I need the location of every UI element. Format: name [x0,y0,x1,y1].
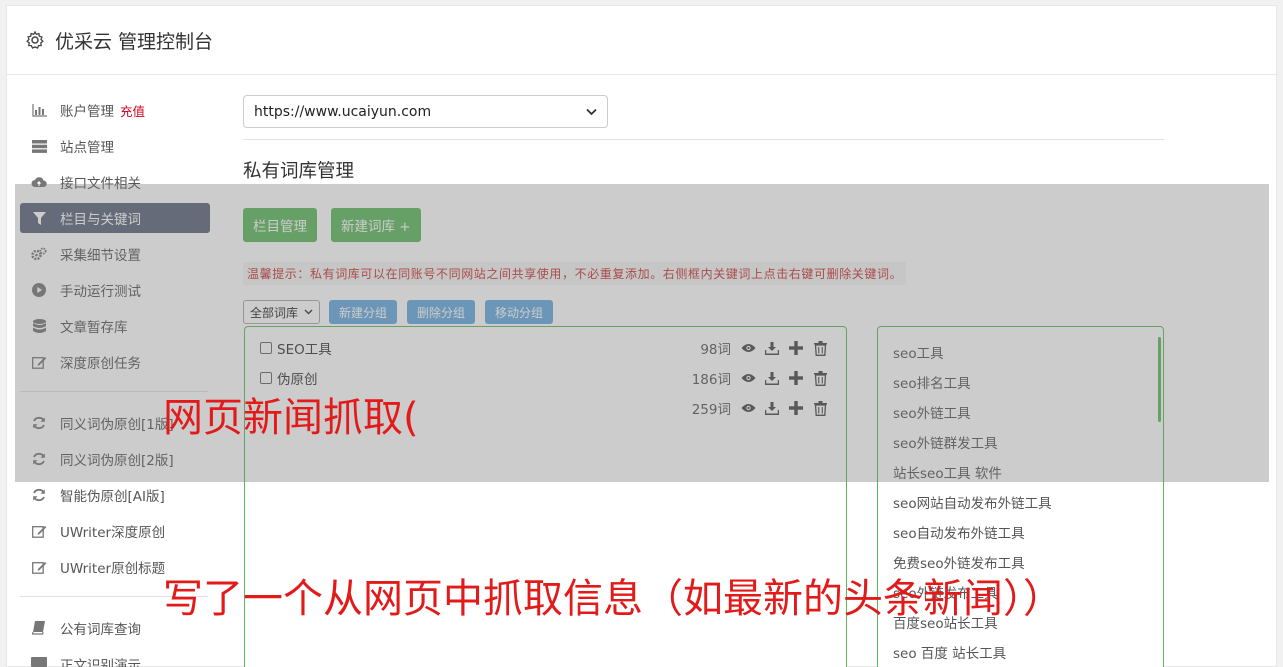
recharge-link[interactable]: 充值 [120,101,145,120]
page-title: 优采云 管理控制台 [55,30,214,53]
sidebar-item-label: UWriter原创标题 [60,561,166,577]
keyword-item[interactable]: seo网站自动发布外链工具 [878,487,1163,517]
sidebar-item-label: 智能伪原创[AI版] [60,489,165,505]
chevron-down-icon [586,104,597,120]
sidebar-item-ai-rewrite[interactable]: 智能伪原创[AI版] [20,480,210,510]
sidebar-item-label: 正文识别演示 [60,658,141,667]
gear-icon [25,30,45,50]
sidebar-item-label: 站点管理 [60,140,114,156]
section-title: 私有词库管理 [243,161,355,182]
sidebar-item-label: 公有词库查询 [60,622,141,638]
edit-icon [31,559,47,575]
sidebar-item-label: UWriter深度原创 [60,525,166,541]
monitor-icon [31,656,47,667]
server-icon [31,138,47,154]
divider [243,139,1164,140]
site-select[interactable]: https://www.ucaiyun.com [243,95,608,128]
overlay-caption-top: 网页新闻抓取( [163,395,419,441]
refresh-icon [31,487,47,503]
site-select-value: https://www.ucaiyun.com [254,103,432,120]
sidebar-item-account[interactable]: 账户管理 充值 [20,95,210,125]
keyword-item[interactable]: seo自动发布外链工具 [878,517,1163,547]
edit-icon [31,523,47,539]
sidebar-item-label: 账户管理 [60,104,114,120]
page-header: 优采云 管理控制台 [7,6,1276,75]
sidebar-item-content-recognition[interactable]: 正文识别演示 [20,649,210,667]
book-icon [31,620,47,636]
sidebar-item-uwriter-deep[interactable]: UWriter深度原创 [20,516,210,546]
bar-chart-icon [31,102,47,118]
keyword-item[interactable]: seo 百度 站长工具 [878,637,1163,667]
overlay-caption-bottom: 写了一个从网页中抓取信息（如最新的头条新闻）） [163,576,1063,622]
sidebar-item-sites[interactable]: 站点管理 [20,131,210,161]
